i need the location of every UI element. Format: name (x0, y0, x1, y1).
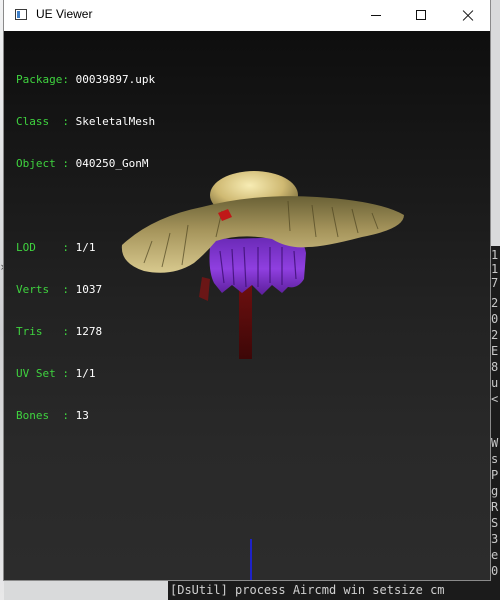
bones-value: 13 (75, 409, 89, 422)
console-char: u (491, 376, 499, 390)
console-char: 0 (491, 564, 499, 578)
object-label: Object : (16, 157, 69, 170)
console-char: 3 (491, 532, 499, 546)
console-char: 0 (491, 312, 499, 326)
console-char: e (491, 548, 499, 562)
minimize-button[interactable] (352, 0, 398, 31)
class-label: Class : (16, 115, 69, 128)
console-char: 1 (491, 248, 499, 262)
tris-value: 1278 (75, 325, 103, 338)
console-char: < (491, 392, 499, 406)
package-value: 00039897.upk (75, 73, 156, 86)
background-console-line: [DsUtil] process Aircmd win setsize cm (168, 580, 500, 600)
console-char: R (491, 500, 499, 514)
uvset-label: UV Set : (16, 367, 69, 380)
console-char: W (491, 436, 499, 450)
console-char: S (491, 516, 499, 530)
mesh-viewport[interactable]: Package: 00039897.upk Class : SkeletalMe… (4, 31, 490, 580)
console-char: s (491, 452, 499, 466)
console-char: 8 (491, 360, 499, 374)
lod-value: 1/1 (75, 241, 96, 254)
console-char: P (491, 468, 499, 482)
console-char: g (491, 484, 499, 498)
ue-viewer-window: UE Viewer Package: 00039897.upk Class : … (4, 0, 490, 580)
maximize-button[interactable] (398, 0, 444, 31)
background-console: 1 1 7 2 0 2 E 8 u < W s P g R S 3 e 0 c (490, 246, 500, 600)
console-char: 2 (491, 296, 499, 310)
verts-label: Verts : (16, 283, 69, 296)
console-char: 2 (491, 328, 499, 342)
close-button[interactable] (444, 0, 490, 31)
app-window-icon[interactable] (15, 9, 27, 20)
axis-z-line (250, 539, 252, 580)
mesh-ribbon (199, 277, 210, 301)
uvset-value: 1/1 (75, 367, 96, 380)
console-char: 7 (491, 276, 499, 290)
console-char: 1 (491, 262, 499, 276)
console-char: E (491, 344, 499, 358)
skeletal-mesh-hat[interactable] (112, 167, 412, 367)
title-bar[interactable]: UE Viewer (4, 0, 490, 31)
verts-value: 1037 (75, 283, 103, 296)
lod-label: LOD : (16, 241, 69, 254)
class-value: SkeletalMesh (75, 115, 156, 128)
window-title: UE Viewer (36, 7, 93, 21)
package-label: Package: (16, 73, 69, 86)
bones-label: Bones : (16, 409, 69, 422)
tris-label: Tris : (16, 325, 69, 338)
